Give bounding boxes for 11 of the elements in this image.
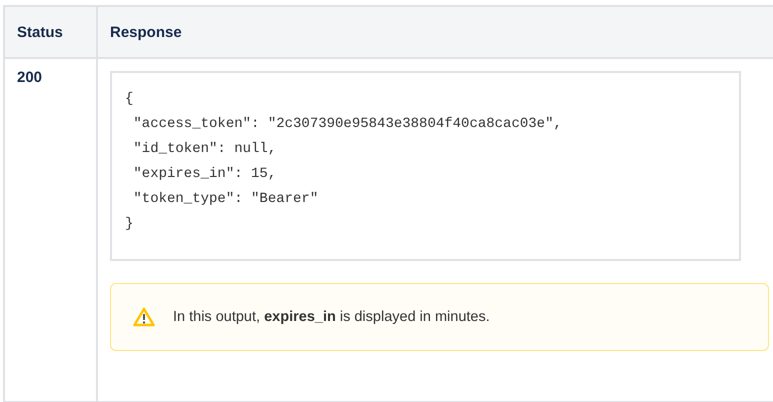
warning-icon [133, 307, 155, 327]
warning-text: In this output, expires_in is displayed in minutes. [173, 309, 490, 325]
code-line: "token_type": "Bearer" [132, 190, 318, 209]
column-header: Status [4, 6, 97, 58]
code-line: { [125, 90, 134, 109]
column-header: Response [97, 6, 773, 58]
code-line: } [125, 215, 134, 234]
status-cell: 200 [4, 58, 97, 402]
code-line: "access_token": "2c307390e95843e38804f40ca8cac03e", [132, 115, 562, 134]
code-line: "id_token": null, [132, 140, 276, 159]
code-line: "expires_in": 15, [132, 165, 276, 184]
